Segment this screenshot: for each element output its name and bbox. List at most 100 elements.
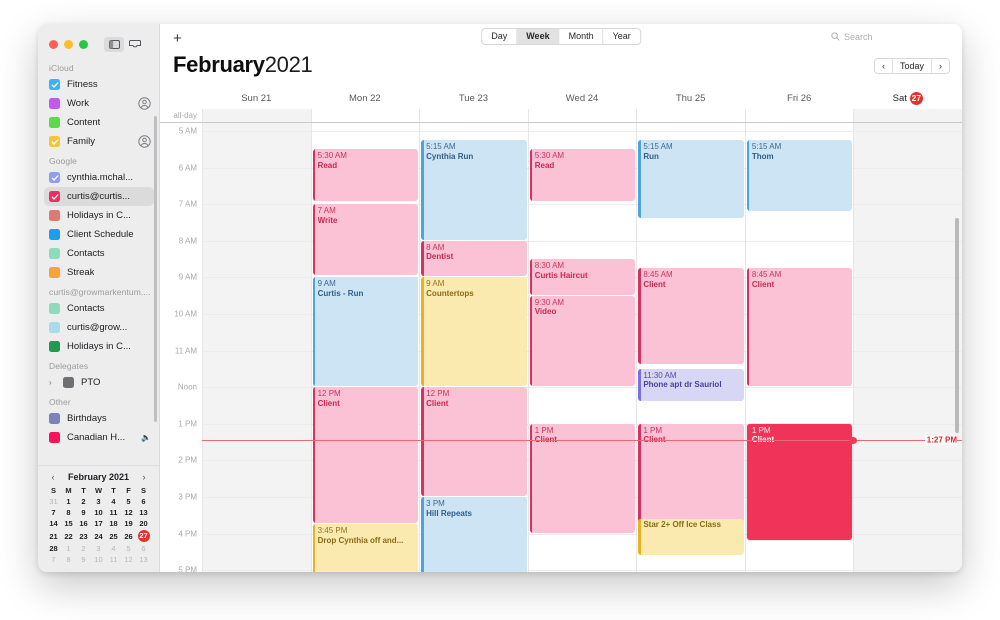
sidebar-calendar-item[interactable]: cynthia.mchal... — [38, 168, 159, 187]
all-day-cell[interactable] — [527, 109, 637, 122]
sidebar-calendar-item[interactable]: Contacts — [38, 299, 159, 318]
mini-day-cell[interactable]: 5 — [121, 496, 136, 507]
calendar-event[interactable]: 5:15 AM Thom — [746, 140, 853, 211]
mini-day-cell[interactable]: 2 — [76, 496, 91, 507]
calendar-color-swatch[interactable] — [49, 229, 60, 240]
all-day-cell[interactable] — [202, 109, 311, 122]
day-header-cell[interactable]: Fri 26 — [745, 88, 854, 109]
mini-day-cell[interactable]: 25 — [106, 529, 121, 543]
calendar-color-swatch[interactable] — [49, 322, 60, 333]
mini-next-icon[interactable]: › — [139, 472, 149, 482]
mini-day-cell[interactable]: 11 — [106, 554, 121, 565]
mini-day-cell[interactable]: 8 — [61, 554, 76, 565]
mini-day-cell[interactable]: 9 — [76, 554, 91, 565]
grid-scrollbar[interactable] — [955, 218, 959, 433]
calendar-color-swatch[interactable] — [49, 98, 60, 109]
day-header-cell[interactable]: Thu 25 — [636, 88, 745, 109]
calendar-event[interactable]: 12 PM Client — [421, 387, 527, 496]
minimize-icon[interactable] — [64, 39, 73, 49]
mini-day-cell[interactable]: 12 — [121, 507, 136, 518]
mini-day-cell[interactable]: 11 — [106, 507, 121, 518]
checkbox-checked-icon[interactable] — [49, 136, 60, 147]
sidebar-calendar-item[interactable]: curtis@grow... — [38, 318, 159, 337]
calendar-event[interactable]: 5:30 AM Read — [529, 149, 636, 202]
mini-day-cell[interactable]: 1 — [61, 543, 76, 554]
calendar-event[interactable]: 5:15 AM Run — [638, 140, 744, 218]
calendar-event[interactable]: Star 2+ Off Ice Class — [638, 518, 744, 555]
shared-person-icon[interactable] — [138, 135, 151, 148]
mini-day-cell[interactable]: 8 — [61, 507, 76, 518]
mini-day-cell[interactable]: 4 — [106, 496, 121, 507]
calendar-color-swatch[interactable] — [49, 117, 60, 128]
day-column[interactable]: 5:15 AM Cynthia Run 8 AM Dentist 9 AM Counter… — [419, 123, 528, 572]
calendar-color-swatch[interactable] — [49, 413, 60, 424]
mini-day-cell[interactable]: 6 — [136, 543, 151, 554]
mini-day-cell[interactable]: 3 — [91, 496, 106, 507]
day-column[interactable]: 5:30 AM Read 7 AM Write 9 AM Curtis - Run 12 P… — [310, 123, 420, 572]
mini-day-cell[interactable]: 10 — [91, 554, 106, 565]
muted-speaker-icon[interactable]: 🔈 — [141, 433, 151, 442]
sidebar-calendar-item[interactable]: Holidays in C... — [38, 206, 159, 225]
day-header-cell[interactable]: Tue 23 — [419, 88, 528, 109]
calendar-event[interactable]: 3:45 PM Drop Cynthia off and... — [312, 524, 419, 572]
calendar-event[interactable]: 12 PM Client — [312, 387, 419, 524]
calendar-color-swatch[interactable] — [49, 267, 60, 278]
calendar-color-swatch[interactable] — [49, 248, 60, 259]
mini-day-cell[interactable]: 1 — [61, 496, 76, 507]
sidebar-calendar-item[interactable]: › PTO — [38, 373, 159, 392]
sidebar-calendar-item[interactable]: Work — [38, 94, 159, 113]
inbox-icon[interactable] — [125, 37, 145, 52]
mini-day-cell[interactable]: 13 — [136, 554, 151, 565]
sidebar-calendar-item[interactable]: curtis@curtis... — [44, 187, 154, 206]
sidebar-calendar-item[interactable]: Client Schedule — [38, 225, 159, 244]
all-day-cell[interactable] — [636, 109, 745, 122]
calendar-event[interactable]: 11:30 AM Phone apt dr Sauriol — [638, 368, 744, 401]
zoom-icon[interactable] — [79, 39, 88, 49]
add-event-button[interactable]: + — [173, 31, 182, 46]
mini-day-cell[interactable]: 17 — [91, 518, 106, 529]
all-day-cell[interactable] — [744, 109, 854, 122]
chevron-right-icon[interactable]: › — [49, 378, 56, 387]
view-switcher[interactable]: Day Week Month Year — [481, 28, 641, 45]
day-column[interactable]: 5:15 AMThom 8:45 AMClient 1 PM Client — [744, 123, 854, 572]
search-field[interactable]: Search — [825, 28, 950, 45]
time-grid-wrapper[interactable]: 5 AM 6 AM 7 AM 8 AM 9 AM 10 AM 11 AM Noon 1 PM 2 … — [160, 123, 962, 572]
calendar-color-swatch[interactable] — [49, 303, 60, 314]
day-column[interactable]: 5:30 AM Read 8:30 AM Curtis Haircut 9:30 AM V… — [527, 123, 637, 572]
all-day-cell[interactable] — [310, 109, 420, 122]
mini-day-cell[interactable]: 31 — [46, 496, 61, 507]
mini-day-cell[interactable]: 12 — [121, 554, 136, 565]
mini-day-cell[interactable]: 23 — [76, 529, 91, 543]
all-day-cell[interactable] — [853, 109, 962, 122]
mini-day-cell[interactable]: 22 — [61, 529, 76, 543]
mini-day-cell[interactable]: 16 — [76, 518, 91, 529]
mini-day-cell[interactable]: 28 — [46, 543, 61, 554]
mini-day-cell[interactable]: 6 — [136, 496, 151, 507]
calendar-event[interactable]: 9 AM Countertops — [421, 277, 527, 387]
mini-day-cell[interactable]: 20 — [136, 518, 151, 529]
calendar-event[interactable]: 9 AM Curtis - Run — [312, 277, 419, 387]
day-header-cell[interactable]: Sat 27 — [853, 88, 962, 109]
checkbox-checked-icon[interactable] — [49, 191, 60, 202]
mini-prev-icon[interactable]: ‹ — [48, 472, 58, 482]
mini-day-cell[interactable]: 24 — [91, 529, 106, 543]
sidebar-calendar-item[interactable]: Canadian H... 🔈 — [38, 428, 159, 447]
all-day-cell[interactable] — [419, 109, 528, 122]
sidebar-calendar-item[interactable]: Contacts — [38, 244, 159, 263]
calendar-color-swatch[interactable] — [49, 210, 60, 221]
close-icon[interactable] — [49, 39, 58, 49]
calendar-event[interactable]: 9:30 AM Video — [529, 295, 636, 387]
day-column[interactable] — [853, 123, 962, 572]
prev-week-button[interactable]: ‹ — [875, 59, 893, 73]
day-header-cell[interactable]: Sun 21 — [202, 88, 311, 109]
mini-day-cell[interactable]: 2 — [76, 543, 91, 554]
calendar-event[interactable]: 7 AM Write — [312, 204, 419, 275]
mini-day-cell[interactable]: 18 — [106, 518, 121, 529]
sidebar-calendar-item[interactable]: Content — [38, 113, 159, 132]
view-option-year[interactable]: Year — [604, 29, 640, 44]
sidebar-scrollbar[interactable] — [154, 116, 157, 422]
calendar-event[interactable]: 5:15 AM Cynthia Run — [421, 140, 527, 240]
sidebar-calendar-item[interactable]: Birthdays — [38, 409, 159, 428]
next-week-button[interactable]: › — [932, 59, 949, 73]
checkbox-checked-icon[interactable] — [49, 79, 60, 90]
